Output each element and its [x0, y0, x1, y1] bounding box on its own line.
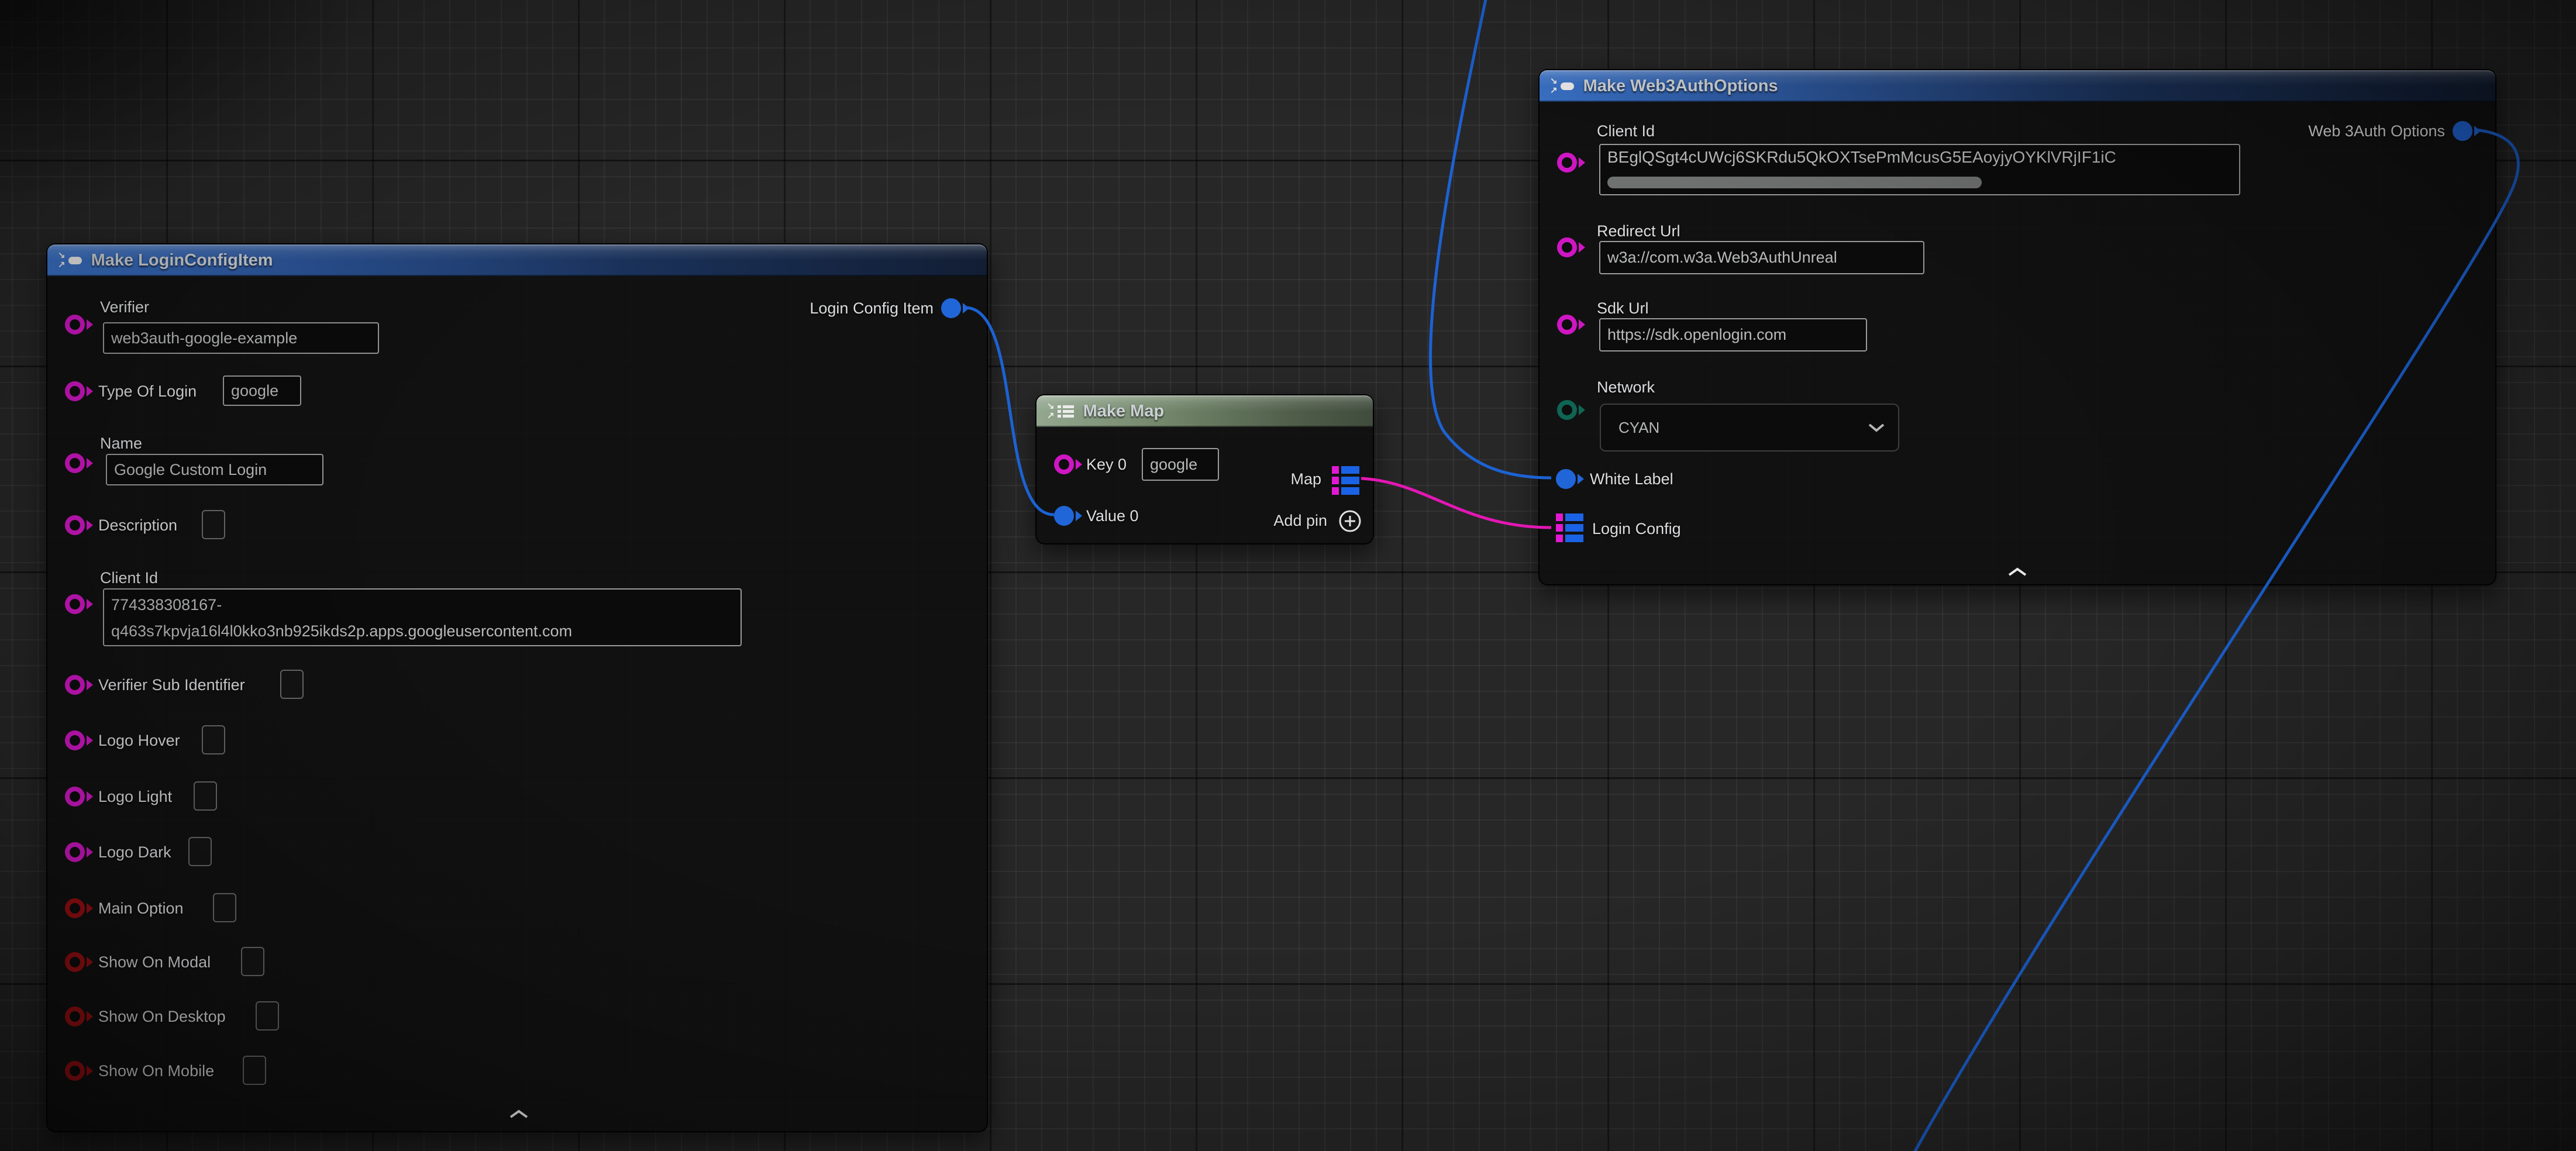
node-header-make-web3authoptions[interactable]: ↘↗ Make Web3AuthOptions — [1540, 70, 2495, 102]
verifier-sub-identifier-label: Verifier Sub Identifier — [98, 677, 245, 693]
redirect-url-label: Redirect Url — [1597, 223, 1680, 239]
client-id-pin[interactable] — [1557, 153, 1585, 173]
client-id-input[interactable]: 774338308167- q463s7kpvja16l4l0kko3nb925… — [103, 588, 742, 646]
description-checkbox[interactable] — [202, 510, 225, 539]
redirect-url-input[interactable]: w3a://com.w3a.Web3AuthUnreal — [1599, 241, 1924, 274]
node-title: Make Web3AuthOptions — [1583, 77, 1778, 96]
sdk-url-label: Sdk Url — [1597, 300, 1649, 316]
logo-dark-label: Logo Dark — [98, 844, 171, 860]
node-title: Make Map — [1083, 402, 1165, 421]
description-label: Description — [98, 517, 177, 533]
client-id-scrollbar[interactable] — [1607, 177, 1982, 188]
type-of-login-label: Type Of Login — [98, 383, 197, 399]
logo-light-label: Logo Light — [98, 788, 172, 805]
logo-hover-checkbox[interactable] — [202, 725, 225, 754]
main-option-checkbox[interactable] — [213, 893, 236, 922]
logo-light-checkbox[interactable] — [194, 781, 217, 811]
show-on-desktop-label: Show On Desktop — [98, 1008, 226, 1025]
main-option-pin[interactable] — [65, 898, 93, 918]
web3auth-options-output-label: Web 3Auth Options — [2308, 123, 2445, 139]
login-config-item-output-pin[interactable] — [941, 298, 969, 318]
name-input[interactable]: Google Custom Login — [106, 454, 323, 485]
logo-hover-label: Logo Hover — [98, 732, 180, 749]
show-on-mobile-checkbox[interactable] — [243, 1056, 266, 1085]
collapse-node-chevron-icon[interactable] — [2007, 567, 2028, 577]
main-option-label: Main Option — [98, 900, 184, 916]
map-output-label: Map — [1290, 471, 1321, 487]
key0-pin[interactable] — [1054, 454, 1082, 474]
make-map-icon: ↘↗ — [1047, 404, 1074, 419]
show-on-mobile-label: Show On Mobile — [98, 1063, 214, 1079]
logo-dark-checkbox[interactable] — [188, 837, 212, 866]
network-selected-value: CYAN — [1618, 419, 1659, 437]
type-of-login-input[interactable]: google — [223, 375, 301, 406]
logo-dark-pin[interactable] — [65, 842, 93, 862]
network-dropdown[interactable]: CYAN — [1600, 404, 1899, 452]
collapse-node-chevron-icon[interactable] — [508, 1109, 529, 1119]
client-id-line1: 774338308167- — [111, 592, 733, 618]
key0-label: Key 0 — [1086, 456, 1127, 473]
client-id-label: Client Id — [1597, 123, 1655, 139]
value0-pin[interactable] — [1054, 506, 1082, 526]
client-id-line2: q463s7kpvja16l4l0kko3nb925ikds2p.apps.go… — [111, 618, 733, 645]
verifier-pin[interactable] — [65, 315, 93, 335]
value0-label: Value 0 — [1086, 508, 1139, 524]
login-config-item-output-label: Login Config Item — [810, 300, 934, 316]
show-on-desktop-pin[interactable] — [65, 1007, 93, 1026]
make-struct-icon: ↘↗ — [58, 253, 82, 268]
client-id-label: Client Id — [100, 570, 158, 586]
redirect-url-pin[interactable] — [1557, 237, 1585, 257]
show-on-mobile-pin[interactable] — [65, 1061, 93, 1081]
add-pin-icon[interactable] — [1338, 509, 1362, 533]
node-make-map[interactable]: ↘↗ Make Map Key 0 google Map Value 0 Add… — [1035, 394, 1374, 545]
white-label-label: White Label — [1590, 471, 1673, 487]
show-on-modal-pin[interactable] — [65, 952, 93, 972]
description-pin[interactable] — [65, 515, 93, 535]
login-config-label: Login Config — [1592, 521, 1681, 537]
node-make-web3authoptions[interactable]: ↘↗ Make Web3AuthOptions Client Id BEglQS… — [1538, 69, 2496, 585]
name-label: Name — [100, 435, 142, 452]
blueprint-canvas[interactable]: ↘↗ Make LoginConfigItem Verifier web3aut… — [0, 0, 2576, 1151]
make-struct-icon: ↘↗ — [1550, 78, 1574, 94]
logo-hover-pin[interactable] — [65, 730, 93, 750]
map-output-pin[interactable] — [1332, 466, 1359, 495]
type-of-login-pin[interactable] — [65, 381, 93, 401]
verifier-sub-identifier-checkbox[interactable] — [280, 670, 304, 699]
show-on-modal-checkbox[interactable] — [241, 947, 264, 976]
node-title: Make LoginConfigItem — [91, 251, 273, 270]
node-make-loginconfigitem[interactable]: ↘↗ Make LoginConfigItem Verifier web3aut… — [46, 243, 988, 1132]
network-label: Network — [1597, 379, 1655, 395]
add-pin-label: Add pin — [1273, 512, 1327, 529]
verifier-sub-identifier-pin[interactable] — [65, 675, 93, 695]
sdk-url-input[interactable]: https://sdk.openlogin.com — [1599, 318, 1867, 351]
name-pin[interactable] — [65, 453, 93, 473]
show-on-desktop-checkbox[interactable] — [256, 1001, 279, 1031]
verifier-label: Verifier — [100, 299, 149, 315]
show-on-modal-label: Show On Modal — [98, 954, 211, 970]
node-header-make-map[interactable]: ↘↗ Make Map — [1036, 395, 1373, 427]
node-header-make-loginconfigitem[interactable]: ↘↗ Make LoginConfigItem — [47, 244, 987, 276]
verifier-input[interactable]: web3auth-google-example — [103, 322, 379, 354]
white-label-pin[interactable] — [1556, 469, 1584, 489]
sdk-url-pin[interactable] — [1557, 315, 1585, 335]
client-id-pin[interactable] — [65, 594, 93, 614]
logo-light-pin[interactable] — [65, 787, 93, 807]
key0-input[interactable]: google — [1142, 448, 1219, 481]
login-config-pin[interactable] — [1556, 514, 1583, 542]
network-pin[interactable] — [1557, 400, 1585, 420]
chevron-down-icon — [1868, 423, 1885, 432]
